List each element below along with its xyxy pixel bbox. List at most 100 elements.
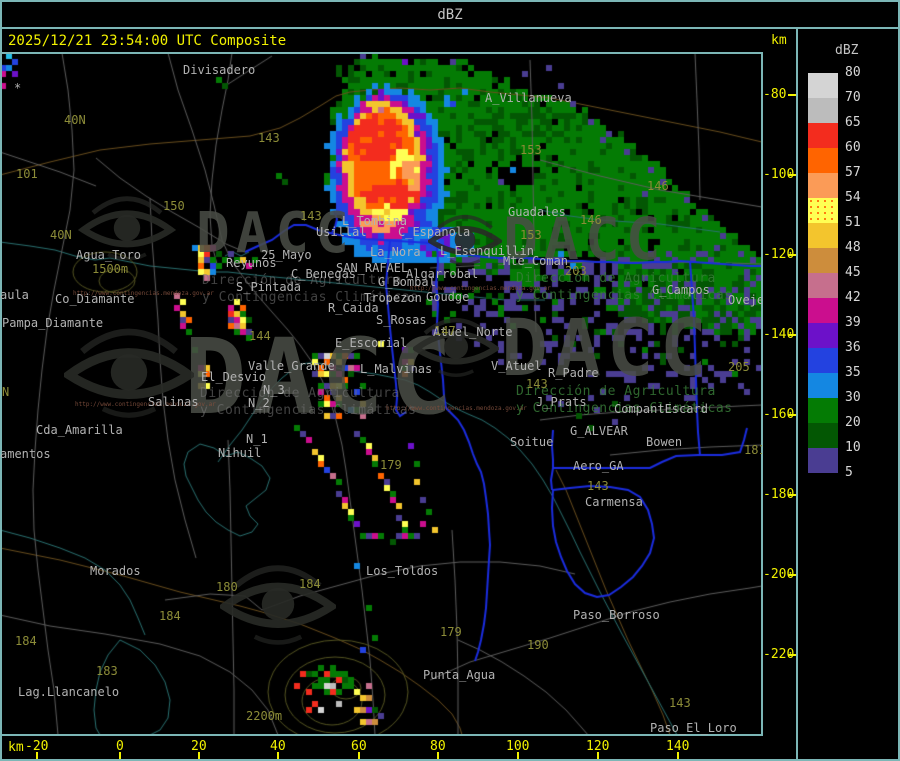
map-route-label: 190 — [527, 638, 549, 652]
map-place-label: A_Villanueva — [485, 91, 572, 105]
legend-value: 20 — [845, 415, 861, 430]
map-route-label: 184 — [159, 609, 181, 623]
legend-swatch-39 — [808, 323, 838, 348]
bottom-axis-unit-label: km — [8, 740, 24, 755]
map-place-label: aula — [0, 288, 29, 302]
map-place-label: Agua_Toro — [76, 248, 142, 262]
legend-swatch-51 — [808, 223, 838, 248]
legend-swatch-20 — [808, 423, 838, 448]
legend-swatch-60 — [808, 148, 838, 173]
window-border-left — [0, 0, 2, 761]
map-place-label: V_Atuel — [491, 359, 542, 373]
map-place-label: Bowen — [646, 435, 683, 449]
map-border-bottom — [0, 734, 763, 736]
map-route-label: 205 — [728, 360, 750, 374]
map-place-label: Nihuil — [218, 446, 262, 460]
map-place-label: Cda_Amarilla — [36, 423, 123, 437]
legend-value: 42 — [845, 290, 861, 305]
map-place-label: Salinas — [148, 395, 199, 409]
legend-value: 65 — [845, 115, 861, 130]
watermark-url: http://www.contingencias.mendoza.gov.ar — [386, 405, 527, 412]
dacc-eye-logo-watermark — [217, 550, 339, 660]
bottom-axis-tick-mark — [198, 752, 200, 759]
page-title: dBZ — [437, 7, 463, 23]
legend-swatch-36 — [808, 348, 838, 373]
divider-top — [0, 27, 900, 29]
map-place-label: N_2 — [248, 396, 270, 410]
legend-value: 57 — [845, 165, 861, 180]
map-place-label: J_Prats — [536, 395, 587, 409]
legend-value: 80 — [845, 65, 861, 80]
legend-swatch-70 — [808, 98, 838, 123]
map-place-label: Pampa_Diamante — [2, 316, 104, 330]
map-place-label: Co_Diamante — [55, 292, 135, 306]
window-border-top — [0, 0, 900, 2]
legend-value: 35 — [845, 365, 861, 380]
map-route-label: 180 — [216, 580, 238, 594]
map-place-label: L_Malvinas — [360, 362, 433, 376]
right-axis-tick-mark — [788, 174, 796, 176]
map-place-label: Divisadero — [183, 63, 256, 77]
legend-value: 5 — [845, 465, 853, 480]
dacc-eye-logo-watermark — [61, 320, 197, 426]
bottom-axis-tick-mark — [437, 752, 439, 759]
right-axis-tick-mark — [788, 414, 796, 416]
right-axis-tick-mark — [788, 654, 796, 656]
map-route-label: 143 — [300, 209, 322, 223]
legend-swatch-30 — [808, 398, 838, 423]
legend-swatch-42 — [808, 298, 838, 323]
divider-legend — [796, 27, 798, 761]
map-place-label: La_Nora — [370, 245, 421, 259]
legend-value: 39 — [845, 315, 861, 330]
bottom-axis-tick-mark — [358, 752, 360, 759]
map-place-label: Mte_Coman — [503, 254, 569, 268]
legend-swatch-57 — [808, 173, 838, 198]
map-elevation-label: 1500m — [92, 262, 129, 276]
map-place-label: R_Caida — [328, 301, 379, 315]
legend-swatch-80 — [808, 73, 838, 98]
legend-value: 45 — [845, 265, 861, 280]
map-route-label: 153 — [520, 228, 542, 242]
map-place-label: R_Padre — [548, 366, 599, 380]
map-route-label: 179 — [440, 625, 462, 639]
map-route-label: 153 — [520, 143, 542, 157]
map-route-label: 143 — [587, 479, 609, 493]
map-route-label: 146 — [647, 179, 669, 193]
map-place-label: Lag.Llancanelo — [18, 685, 120, 699]
right-axis-unit-label: km — [771, 33, 787, 48]
map-place-label: G_ALVEAR — [570, 424, 628, 438]
map-place-label: Soitue — [510, 435, 554, 449]
map-place-label: Aero_GA — [573, 459, 624, 473]
bottom-axis-tick-mark — [677, 752, 679, 759]
legend-value: 10 — [845, 440, 861, 455]
map-route-label: 184 — [15, 634, 37, 648]
map-route-label: 101 — [16, 167, 38, 181]
radar-map[interactable]: DACC DACC DACC DACC Dirección de Agricultura… — [0, 53, 762, 735]
map-place-label: Paso_El_Loro — [650, 721, 737, 735]
map-place-label: CompantEscard — [614, 402, 708, 416]
map-route-label: 40N — [64, 113, 86, 127]
map-place-label: E_Escorial — [335, 336, 408, 350]
legend-value: 51 — [845, 215, 861, 230]
right-axis-tick-mark — [788, 254, 796, 256]
map-place-label: Goudge — [426, 290, 470, 304]
bottom-axis-tick-mark — [36, 752, 38, 759]
map-place-label: S_Rosas — [376, 313, 427, 327]
bottom-axis-tick-mark — [277, 752, 279, 759]
map-route-label: 181 — [744, 443, 762, 457]
legend-swatch-35 — [808, 373, 838, 398]
map-place-label: Carmensa — [585, 495, 643, 509]
bottom-axis-tick-mark — [119, 752, 121, 759]
dbz-legend: dBZ 80 70 65 60 57 54 51 48 45 42 39 36 35 30 20 10 5 — [799, 29, 898, 759]
dacc-eye-logo-watermark — [426, 210, 504, 272]
legend-swatch-10 — [808, 448, 838, 473]
watermark-caption: Dirección de Agricultura y Contingencias… — [200, 386, 417, 418]
title-bar: dBZ — [0, 0, 900, 27]
map-place-label: Los_Toldos — [366, 564, 439, 578]
map-place-label: N_1 — [246, 432, 268, 446]
map-place-label: * — [14, 81, 22, 95]
map-place-label: Guadales — [508, 205, 566, 219]
map-place-label: G_Bombal — [378, 275, 436, 289]
legend-swatch-45 — [808, 273, 838, 298]
legend-value: 30 — [845, 390, 861, 405]
